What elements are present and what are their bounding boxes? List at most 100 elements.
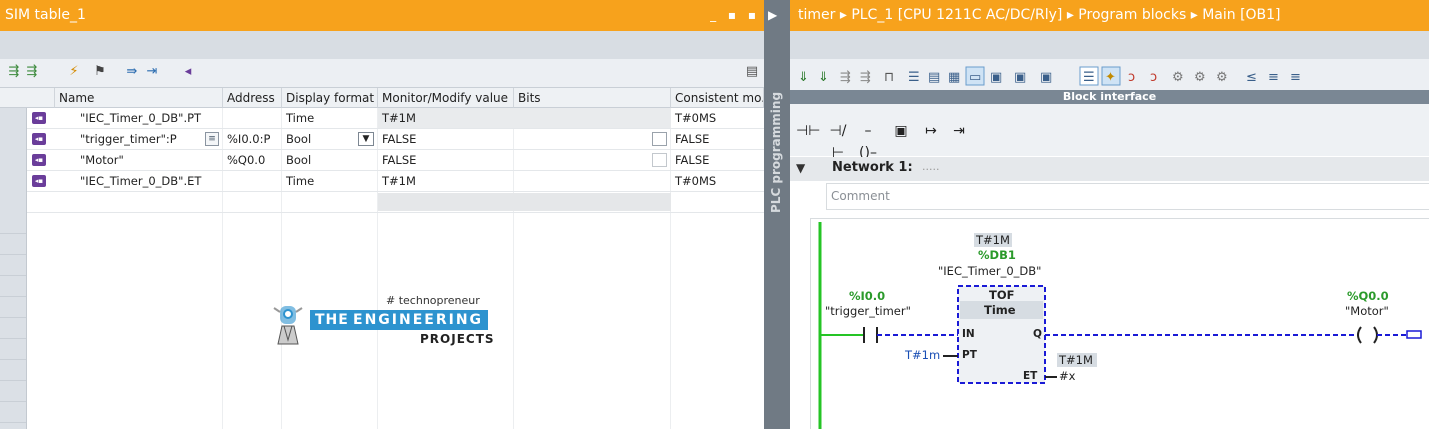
empty-box-icon[interactable]: ▣	[890, 120, 912, 142]
table-row[interactable]: ◂▪ "IEC_Timer_0_DB".PT Time T#1M T#0MS	[0, 108, 764, 129]
table-icon: ▤	[928, 70, 940, 85]
tag-list-icon[interactable]: ≡	[205, 132, 219, 146]
callstructure-icon: ⚙	[1172, 70, 1184, 85]
col-header-address[interactable]: Address	[223, 88, 282, 108]
open-branch-icon[interactable]: ↦	[920, 120, 942, 142]
row-value[interactable]: FALSE	[378, 129, 514, 149]
row-consistent[interactable]: T#0MS	[671, 108, 764, 128]
row-consistent[interactable]: FALSE	[671, 129, 764, 149]
goto-icon: ↄ	[1128, 70, 1135, 85]
bits-checkbox[interactable]	[652, 132, 667, 146]
row-name[interactable]: "IEC_Timer_0_DB".ET	[76, 171, 223, 191]
et-output[interactable]: #x	[1059, 369, 1075, 383]
coil-left-arc	[1357, 326, 1362, 344]
monitor-all-icon[interactable]: ⇛	[124, 64, 140, 80]
close-branch-icon[interactable]: ⇥	[948, 120, 970, 142]
network-toggle-icon: ▣	[990, 70, 1002, 85]
row-name[interactable]: "Motor"	[76, 150, 223, 170]
upload-icon: ⇓	[818, 70, 829, 85]
row-format[interactable]: Time	[282, 108, 378, 128]
comment-icon: ▭	[969, 70, 981, 85]
row-bits[interactable]	[514, 129, 671, 149]
block-subtype[interactable]: Time	[984, 303, 1016, 317]
expand-arrow-icon[interactable]: ▶	[768, 8, 777, 22]
bits-checkbox[interactable]	[652, 153, 667, 167]
row-name[interactable]: "trigger_timer":P	[76, 129, 223, 149]
contact-address[interactable]: %I0.0	[849, 289, 885, 303]
editor-toolbar-icons[interactable]: ⇓ ⇓ ⇶ ⇶ ⊓ ☰ ▤ ▦ ▭ ▣ ▣ ▣ ☰ ✦ ↄ ↄ ⚙ ⚙ ⚙ ≤ …	[790, 59, 1429, 90]
insert-row-icon[interactable]: ⇶	[6, 64, 22, 80]
sim-table-toolbar	[0, 59, 764, 88]
row-header[interactable]	[0, 171, 27, 192]
tag-icon: ◂▪	[32, 133, 46, 145]
add-row-icon[interactable]: ⇶	[24, 64, 40, 80]
col-header-name[interactable]: Name	[55, 88, 223, 108]
row-address[interactable]: %I0.0:P	[223, 129, 282, 149]
tag-toggle-icon: ▣	[1040, 70, 1052, 85]
insert-network-icon: ⇶	[840, 70, 851, 85]
plc-editor-panel: timer ▸ PLC_1 [CPU 1211C AC/DC/Rly] ▸ Pr…	[790, 0, 1429, 429]
side-panel-tab[interactable]	[764, 0, 790, 429]
ladder-diagram: T#1M %DB1 "IEC_Timer_0_DB" TOF Time IN Q…	[810, 218, 1429, 429]
row-header[interactable]	[0, 108, 27, 129]
collapse-network-icon[interactable]: ▼	[796, 161, 805, 175]
nc-contact-icon[interactable]: ⊣/⊢	[826, 120, 850, 161]
db-name[interactable]: "IEC_Timer_0_DB"	[938, 264, 1041, 278]
grid-icon: ▦	[948, 70, 960, 85]
tag-icon: ◂▪	[32, 175, 46, 187]
list-icon: ☰	[908, 70, 920, 85]
col-header-bits[interactable]: Bits	[514, 88, 671, 108]
row-bits[interactable]	[514, 150, 671, 170]
empty-table-row[interactable]	[0, 192, 764, 213]
block-interface-bar[interactable]: Block interface	[790, 90, 1429, 104]
row-value[interactable]: T#1M	[378, 108, 514, 128]
coil-tag[interactable]: "Motor"	[1345, 304, 1389, 318]
row-address[interactable]: %Q0.0	[223, 150, 282, 170]
row-consistent[interactable]: T#0MS	[671, 171, 764, 191]
outdent-icon: ≡	[1268, 70, 1279, 85]
breadcrumb[interactable]: timer ▸ PLC_1 [CPU 1211C AC/DC/Rly] ▸ Pr…	[790, 0, 1429, 31]
tag-icon[interactable]: ◂	[180, 64, 196, 80]
pin-q: Q	[1033, 328, 1042, 340]
sim-table-subbar	[0, 31, 764, 59]
format-dropdown-icon[interactable]: ▼	[358, 132, 374, 146]
row-value[interactable]: T#1M	[378, 171, 514, 191]
row-address[interactable]	[223, 108, 282, 128]
row-bits[interactable]	[514, 108, 671, 128]
tag-icon: ◂▪	[32, 154, 46, 166]
network-title-placeholder[interactable]: .....	[922, 160, 939, 173]
delete-network-icon: ⇶	[860, 70, 871, 85]
table-row[interactable]: ◂▪ "trigger_timer":P ≡ %I0.0:P Bool ▼ FA…	[0, 129, 764, 150]
row-header[interactable]	[0, 150, 27, 171]
no-contact-icon[interactable]: ⊣⊢	[796, 120, 820, 142]
side-panel-label[interactable]: PLC programming	[769, 92, 789, 213]
col-header-consistent[interactable]: Consistent mo...	[671, 88, 764, 108]
db-address[interactable]: %DB1	[978, 248, 1016, 262]
contact-tag[interactable]: "trigger_timer"	[825, 304, 911, 318]
coil-address[interactable]: %Q0.0	[1347, 289, 1389, 303]
row-consistent[interactable]: FALSE	[671, 150, 764, 170]
row-format[interactable]: Bool	[282, 150, 378, 170]
row-header[interactable]	[0, 129, 27, 150]
coil-icon[interactable]: –()–	[856, 120, 880, 161]
addr-toggle-icon: ▣	[1014, 70, 1026, 85]
col-header-format[interactable]: Display format	[282, 88, 378, 108]
window-controls[interactable]: _ ▪ ▪	[710, 0, 760, 31]
row-address[interactable]	[223, 171, 282, 191]
modify-now-icon[interactable]: ⚡	[66, 64, 82, 80]
pt-input-value[interactable]: T#1m	[905, 348, 940, 362]
row-value[interactable]: FALSE	[378, 150, 514, 170]
row-header[interactable]	[0, 192, 27, 213]
col-header-value[interactable]: Monitor/Modify value	[378, 88, 514, 108]
row-format[interactable]: Time	[282, 171, 378, 191]
table-options-icon[interactable]: ▤	[744, 64, 760, 80]
network-comment[interactable]: Comment	[826, 183, 1429, 210]
modify-trigger-icon[interactable]: ⚑	[92, 64, 108, 80]
row-bits[interactable]	[514, 171, 671, 191]
row-name[interactable]: "IEC_Timer_0_DB".PT	[76, 108, 223, 128]
table-row[interactable]: ◂▪ "Motor" %Q0.0 Bool FALSE FALSE	[0, 150, 764, 171]
indent-icon: ≤	[1246, 70, 1257, 85]
monitor-once-icon[interactable]: ⇥	[144, 64, 160, 80]
table-row[interactable]: ◂▪ "IEC_Timer_0_DB".ET Time T#1M T#0MS	[0, 171, 764, 192]
download-icon: ⇓	[798, 70, 809, 85]
